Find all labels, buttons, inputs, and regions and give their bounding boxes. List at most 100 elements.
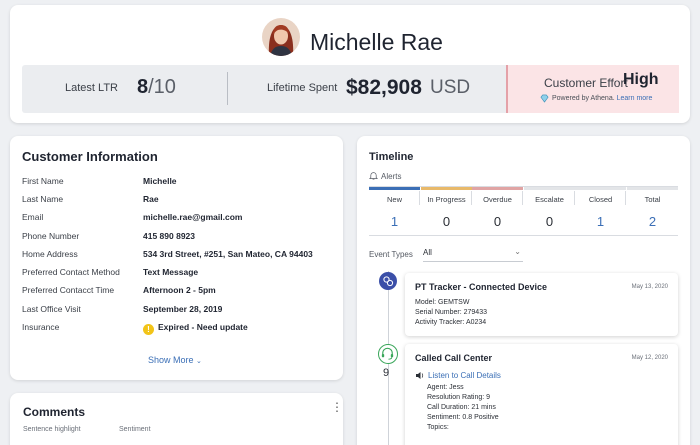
show-more-button[interactable]: Show More ⌄ (148, 355, 202, 365)
info-value: 534 3rd Street, #251, San Mateo, CA 9440… (143, 249, 313, 259)
alert-status-overdue[interactable]: Overdue 0 (472, 187, 523, 235)
info-label: Phone Number (22, 231, 80, 241)
alert-label: In Progress (427, 195, 466, 204)
alert-status-total[interactable]: Total 2 (627, 187, 678, 235)
alert-status-new[interactable]: New 1 (369, 187, 420, 235)
customer-name: Michelle Rae (310, 29, 443, 55)
info-label: Preferred Contacct Time (22, 285, 115, 295)
info-value: 415 890 8923 (143, 231, 195, 241)
alert-count: 0 (493, 214, 502, 229)
info-value-insurance: ! Expired - Need update (143, 322, 248, 335)
card-title: Comments (23, 405, 86, 419)
info-row: Last Name Rae (22, 194, 332, 206)
event-title: Called Call Center (415, 353, 493, 363)
timeline-event[interactable]: PT Tracker - Connected Device May 13, 20… (405, 273, 678, 336)
event-detail: Topics: (427, 424, 449, 431)
event-types-label: Event Types (369, 250, 413, 259)
info-row: First Name Michelle (22, 176, 332, 188)
headset-icon (378, 344, 398, 364)
info-value: michelle.rae@gmail.com (143, 212, 243, 222)
status-bar (627, 187, 678, 190)
info-row: Insurance ! Expired - Need update (22, 322, 332, 335)
stats-divider (227, 72, 228, 105)
status-bar (472, 187, 523, 190)
info-label: Home Address (22, 249, 78, 259)
listen-call-details-link[interactable]: Listen to Call Details (428, 371, 501, 380)
customer-header-card: Michelle Rae Latest LTR 8/10 Lifetime Sp… (10, 5, 690, 123)
info-row: Email michelle.rae@gmail.com (22, 212, 332, 224)
bell-icon (368, 172, 379, 180)
chevron-down-icon: ⌄ (196, 358, 202, 365)
info-value: Afternoon 2 - 5pm (143, 285, 216, 295)
status-bar (369, 187, 420, 190)
alerts-label: Alerts (368, 171, 401, 181)
event-detail: Agent: Jess (427, 384, 464, 391)
info-value: Rae (143, 194, 159, 204)
info-row: Home Address 534 3rd Street, #251, San M… (22, 249, 332, 261)
column-header: Sentence highlight (23, 426, 81, 433)
effort-label: Customer Effort (544, 76, 628, 90)
more-options-icon[interactable]: ⋮ (331, 401, 343, 413)
alert-status-closed[interactable]: Closed 1 (575, 187, 626, 235)
event-date: May 12, 2020 (631, 355, 668, 361)
customer-information-card: Customer Information First Name Michelle… (10, 136, 343, 380)
info-row: Last Office Visit September 28, 2019 (22, 304, 332, 316)
info-label: Email (22, 212, 44, 222)
event-detail: Serial Number: 279433 (415, 309, 487, 316)
event-detail: Call Duration: 21 mins (427, 404, 496, 411)
alert-label: Overdue (483, 195, 512, 204)
info-label: First Name (22, 176, 64, 186)
avatar (262, 18, 300, 56)
device-icon (379, 272, 397, 290)
alert-count: 1 (596, 214, 605, 229)
ltr-value: 8/10 (137, 76, 176, 99)
info-row: Preferred Contacct Time Afternoon 2 - 5p… (22, 285, 332, 297)
info-label: Last Office Visit (22, 304, 81, 314)
info-row: Preferred Contact Method Text Message (22, 267, 332, 279)
alert-count: 0 (442, 214, 451, 229)
status-bar (524, 187, 575, 190)
timeline-event[interactable]: Called Call Center May 12, 2020 Listen t… (405, 344, 678, 445)
event-types-select[interactable]: All ⌄ (423, 246, 523, 262)
stats-bar: Latest LTR 8/10 Lifetime Spent $82,908 U… (22, 65, 679, 113)
alert-label: Closed (588, 195, 613, 204)
event-title: PT Tracker - Connected Device (415, 282, 548, 292)
event-detail: Activity Tracker: A0234 (415, 319, 487, 326)
info-value: Text Message (143, 267, 199, 277)
timeline-card: Timeline Alerts New 1 In Progress 0 Over… (357, 136, 690, 445)
ltr-score: 8 (137, 76, 149, 98)
event-detail: Model: GEMTSW (415, 299, 470, 306)
info-label: Last Name (22, 194, 64, 204)
info-row: Phone Number 415 890 8923 (22, 231, 332, 243)
alert-count: 0 (545, 214, 554, 229)
status-bar (575, 187, 626, 190)
column-header: Sentiment (119, 426, 151, 433)
alert-count: 2 (648, 214, 657, 229)
spent-label: Lifetime Spent (267, 82, 338, 94)
event-count: 9 (383, 367, 390, 379)
ltr-label: Latest LTR (65, 82, 118, 94)
alert-count: 1 (390, 214, 399, 229)
comments-card: Comments ⋮ Sentence highlight Sentiment (10, 393, 343, 445)
card-title: Customer Information (22, 149, 158, 164)
alert-label: New (386, 195, 402, 204)
event-detail: Resolution Rating: 9 (427, 394, 491, 401)
card-title: Timeline (369, 151, 414, 163)
divider (369, 235, 678, 236)
ltr-scale: /10 (148, 76, 176, 98)
status-bar (421, 187, 472, 190)
chevron-down-icon: ⌄ (514, 247, 521, 256)
info-value: Michelle (143, 176, 177, 186)
event-date: May 13, 2020 (631, 284, 668, 290)
alert-status-in-progress[interactable]: In Progress 0 (421, 187, 472, 235)
info-label: Insurance (22, 322, 60, 332)
effort-value: High (623, 71, 659, 88)
event-detail: Sentiment: 0.8 Positive (427, 414, 499, 421)
alert-label: Total (644, 195, 661, 204)
learn-more-link[interactable]: Learn more (617, 95, 653, 102)
speaker-icon (416, 372, 424, 379)
spent-value: $82,908 (346, 76, 422, 99)
gem-icon (540, 94, 549, 103)
spent-unit: USD (430, 77, 471, 98)
alert-status-escalate[interactable]: Escalate 0 (524, 187, 575, 235)
